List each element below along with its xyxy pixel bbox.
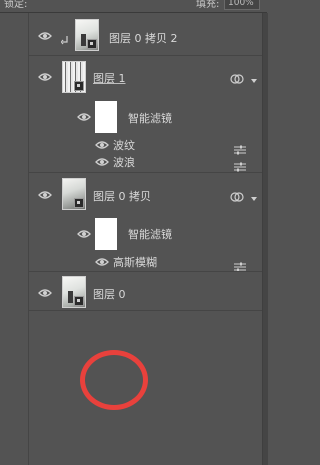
smart-filters-row[interactable]: 智能滤镜 (29, 96, 262, 136)
annotation-circle (80, 350, 148, 410)
filter-name[interactable]: 高斯模糊 (113, 254, 157, 270)
blend-options-icon[interactable] (234, 257, 246, 272)
filter-row[interactable]: 波纹 (29, 136, 262, 155)
visibility-eye-icon[interactable] (38, 288, 52, 298)
visibility-eye-icon[interactable] (38, 31, 52, 41)
layer-row[interactable]: 图层 0 拷贝 2 (29, 13, 262, 55)
smart-filter-link-icon[interactable] (230, 70, 244, 84)
visibility-eye-icon[interactable] (95, 140, 109, 150)
panel-scrollbar[interactable] (262, 13, 268, 465)
layer-thumbnail (75, 19, 99, 51)
filter-mask-thumbnail[interactable] (95, 218, 117, 250)
filter-name[interactable]: 波纹 (113, 137, 135, 153)
layer-row[interactable]: 图层 0 (29, 272, 262, 310)
blend-options-icon[interactable] (234, 140, 246, 155)
lock-label: 锁定: (4, 0, 28, 10)
filter-row[interactable]: 波浪 (29, 153, 262, 172)
layer-row[interactable]: 图层 1 (29, 56, 262, 96)
visibility-eye-icon[interactable] (38, 190, 52, 200)
visibility-eye-icon[interactable] (95, 157, 109, 167)
layer-row[interactable]: 图层 0 拷贝 (29, 173, 262, 215)
options-bar: 锁定: 填充: 100% (0, 0, 267, 13)
layer-thumbnail (62, 178, 86, 210)
filter-row[interactable]: 高斯模糊 (29, 253, 262, 272)
filter-name[interactable]: 波浪 (113, 154, 135, 170)
smart-filter-label: 智能滤镜 (128, 112, 172, 125)
visibility-eye-icon[interactable] (77, 229, 91, 239)
fill-input[interactable]: 100% (224, 0, 260, 10)
left-gutter (0, 13, 29, 465)
smart-object-badge-icon (74, 198, 84, 208)
smart-filter-label: 智能滤镜 (128, 228, 172, 241)
smart-object-badge-icon (74, 296, 84, 306)
layer-name[interactable]: 图层 1 (93, 70, 126, 86)
smart-filter-link-icon[interactable] (230, 188, 244, 202)
visibility-eye-icon[interactable] (95, 257, 109, 267)
blend-options-icon[interactable] (234, 157, 246, 172)
expand-arrow-icon[interactable] (250, 70, 258, 83)
smart-filters-row[interactable]: 智能滤镜 (29, 215, 262, 253)
layer-name[interactable]: 图层 0 拷贝 (93, 188, 151, 204)
clipping-arrow-icon (60, 30, 71, 45)
layer-thumbnail (62, 61, 86, 93)
visibility-eye-icon[interactable] (38, 72, 52, 82)
expand-arrow-icon[interactable] (250, 188, 258, 201)
smart-object-badge-icon (74, 81, 84, 91)
visibility-eye-icon[interactable] (77, 112, 91, 122)
smart-object-badge-icon (87, 39, 97, 49)
layer-name[interactable]: 图层 0 拷贝 2 (109, 30, 178, 46)
layer-thumbnail (62, 276, 86, 308)
fill-label: 填充: (196, 0, 220, 10)
filter-mask-thumbnail[interactable] (95, 101, 117, 133)
layer-name[interactable]: 图层 0 (93, 286, 126, 302)
